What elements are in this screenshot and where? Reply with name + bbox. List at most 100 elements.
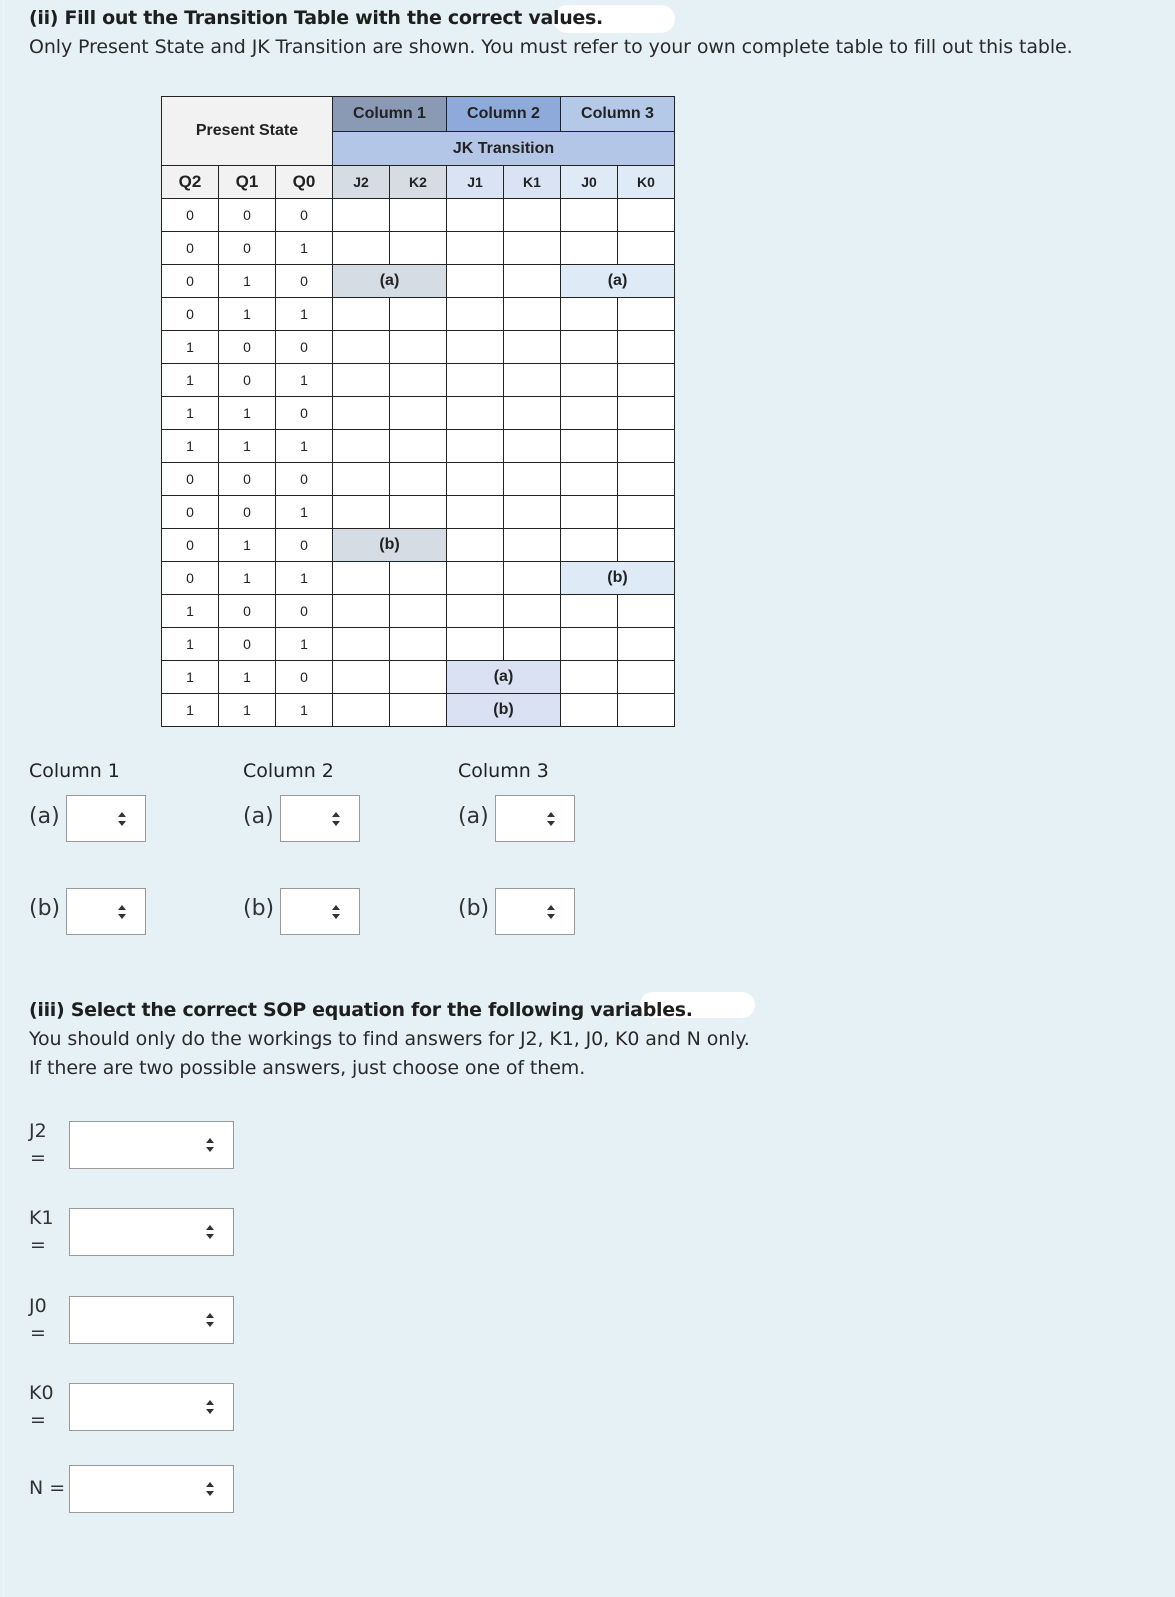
cell-k2 — [389, 363, 447, 397]
cell-k2 — [389, 627, 447, 661]
table-row: 000 — [161, 462, 675, 496]
cell-j2 — [332, 396, 390, 430]
cell-j1 — [446, 264, 504, 298]
sop-select-k1[interactable] — [69, 1208, 234, 1256]
column-1-b-select[interactable] — [66, 888, 146, 935]
column-2-a-select[interactable] — [280, 795, 360, 842]
cell-k1 — [503, 264, 561, 298]
equals-label: = — [30, 1409, 46, 1431]
cell-j2 — [332, 627, 390, 661]
blank-marker-c1: (b) — [332, 528, 447, 562]
cell-j2 — [332, 561, 390, 595]
cell-j0 — [560, 231, 618, 265]
cell-k2 — [389, 693, 447, 727]
cell-j0 — [560, 297, 618, 331]
cell-q0: 1 — [275, 495, 333, 529]
header-q0: Q0 — [275, 165, 333, 199]
section-iii-instruction-1: You should only do the workings to find … — [29, 1028, 750, 1050]
answer-column-3-label: Column 3 — [458, 760, 549, 782]
cell-k1 — [503, 396, 561, 430]
table-row: 111 — [161, 429, 675, 463]
cell-q2: 1 — [161, 660, 219, 694]
table-row: 101 — [161, 627, 675, 661]
column-3-b-select[interactable] — [495, 888, 575, 935]
cell-q2: 1 — [161, 693, 219, 727]
cell-k1 — [503, 561, 561, 595]
cell-k2 — [389, 660, 447, 694]
column-2-b-select[interactable] — [280, 888, 360, 935]
cell-k0 — [617, 462, 675, 496]
cell-j2 — [332, 693, 390, 727]
up-down-chevron-icon — [206, 1482, 215, 1496]
cell-k0 — [617, 693, 675, 727]
cell-q1: 0 — [218, 594, 276, 628]
sop-select-j0[interactable] — [69, 1296, 234, 1344]
cell-j2 — [332, 429, 390, 463]
cell-q1: 0 — [218, 198, 276, 232]
cell-q0: 0 — [275, 198, 333, 232]
cell-q0: 1 — [275, 297, 333, 331]
blank-marker-c1: (a) — [332, 264, 447, 298]
cell-k1 — [503, 594, 561, 628]
cell-j0 — [560, 396, 618, 430]
cell-q0: 0 — [275, 264, 333, 298]
cell-j2 — [332, 462, 390, 496]
cell-k2 — [389, 330, 447, 364]
cell-q1: 0 — [218, 363, 276, 397]
cell-j0 — [560, 495, 618, 529]
cell-k2 — [389, 561, 447, 595]
cell-q2: 0 — [161, 264, 219, 298]
header-k2: K2 — [389, 165, 447, 199]
equals-label: = — [30, 1234, 46, 1256]
cell-q1: 0 — [218, 231, 276, 265]
cell-q0: 0 — [275, 660, 333, 694]
sop-select-k0[interactable] — [69, 1383, 234, 1431]
column-2-header: Column 2 — [446, 96, 561, 132]
cell-q0: 0 — [275, 396, 333, 430]
cell-q2: 0 — [161, 561, 219, 595]
cell-q2: 0 — [161, 231, 219, 265]
answer-b-label: (b) — [458, 896, 490, 921]
cell-q1: 1 — [218, 561, 276, 595]
cell-q0: 0 — [275, 528, 333, 562]
up-down-chevron-icon — [206, 1313, 215, 1327]
cell-q1: 1 — [218, 396, 276, 430]
cell-k1 — [503, 297, 561, 331]
equals-label: = — [30, 1147, 46, 1169]
cell-q0: 0 — [275, 462, 333, 496]
column-1-a-select[interactable] — [66, 795, 146, 842]
cell-q2: 1 — [161, 429, 219, 463]
column-3-a-select[interactable] — [495, 795, 575, 842]
header-k1: K1 — [503, 165, 561, 199]
cell-k0 — [617, 528, 675, 562]
cell-j2 — [332, 594, 390, 628]
sop-select-n[interactable] — [69, 1465, 234, 1513]
table-row: 110 — [161, 396, 675, 430]
up-down-chevron-icon — [332, 811, 341, 826]
cell-k1 — [503, 429, 561, 463]
cell-j1 — [446, 198, 504, 232]
cell-k0 — [617, 330, 675, 364]
header-q2: Q2 — [161, 165, 219, 199]
cell-j0 — [560, 363, 618, 397]
cell-k1 — [503, 462, 561, 496]
cell-j1 — [446, 462, 504, 496]
cell-j1 — [446, 429, 504, 463]
cell-k2 — [389, 594, 447, 628]
up-down-chevron-icon — [332, 904, 341, 919]
answer-a-label: (a) — [243, 804, 274, 829]
cell-q1: 0 — [218, 330, 276, 364]
cell-k1 — [503, 495, 561, 529]
cell-j0 — [560, 660, 618, 694]
variable-label: J2 — [29, 1120, 47, 1142]
cell-q1: 1 — [218, 528, 276, 562]
cell-q0: 1 — [275, 561, 333, 595]
sop-select-j2[interactable] — [69, 1121, 234, 1169]
cell-k2 — [389, 297, 447, 331]
cell-k0 — [617, 495, 675, 529]
cell-q1: 0 — [218, 627, 276, 661]
cell-q0: 1 — [275, 429, 333, 463]
blank-marker-c2: (b) — [446, 693, 561, 727]
cell-j0 — [560, 330, 618, 364]
section-iii-title: (iii) Select the correct SOP equation fo… — [29, 999, 693, 1021]
